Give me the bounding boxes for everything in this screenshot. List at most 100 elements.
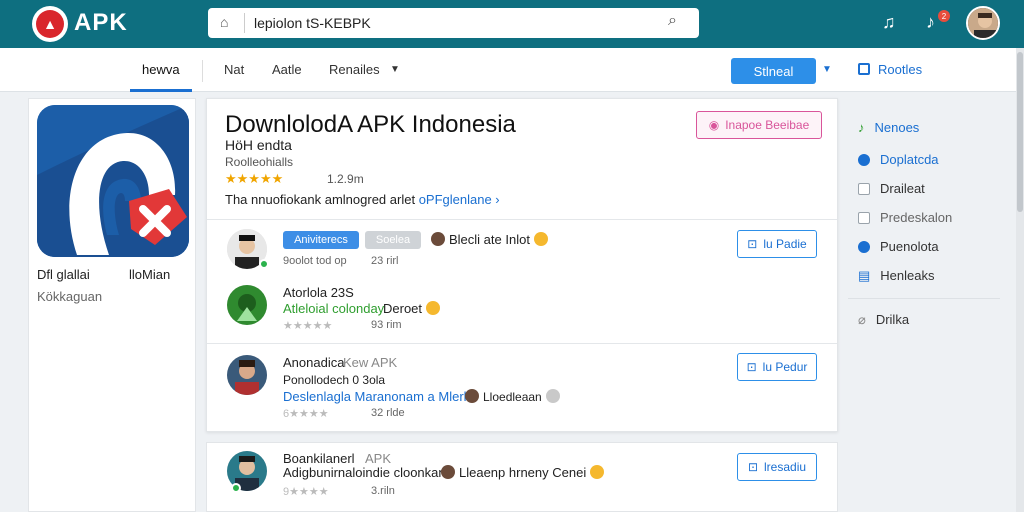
results-link[interactable]: Rootles [858, 62, 922, 77]
clipboard-icon: ▤ [858, 268, 871, 283]
search-divider [244, 13, 245, 33]
link-icon: ⌀ [858, 312, 866, 327]
chevron-down-icon[interactable]: ▼ [822, 64, 832, 75]
top-action-label: Inapoe Beeibae [725, 118, 810, 132]
online-indicator [259, 259, 269, 269]
row-line-extra-text: Deroet [383, 301, 423, 316]
row-line-extra-text: Lloedleaan [483, 390, 542, 404]
row-line: Atleloial colonday [283, 301, 385, 316]
checkbox[interactable] [858, 212, 870, 224]
search-input[interactable] [254, 13, 654, 33]
active-tab-indicator [130, 89, 192, 92]
app-summary-card: Dfl glallai lloMian Kökkaguan [28, 98, 196, 512]
chevron-down-icon[interactable]: ▼ [390, 64, 400, 75]
top-bar: ▲ APK ⌂ ⌕ ♫ ♪ 2 [0, 0, 1024, 48]
search-box[interactable]: ⌂ ⌕ [208, 8, 699, 38]
download-button[interactable]: ⊡ lu Padie [737, 230, 817, 258]
row-line-extra-text: Lleaenp hrneny Cenei [459, 465, 587, 480]
neutral-face-icon [545, 389, 560, 403]
home-icon[interactable]: ⌂ [220, 14, 228, 30]
row-line-extra: Lloedleaan [461, 389, 560, 404]
filter-item[interactable]: ▤ Henleaks [858, 268, 935, 284]
section-divider [207, 219, 837, 220]
description-text: Tha nnuofiokank amlnogred arlet [225, 192, 416, 207]
checkbox-checked[interactable] [858, 154, 870, 166]
user-avatar[interactable] [966, 6, 1000, 40]
row-author-name: Blecli ate Inlot [449, 232, 530, 247]
notification-icon[interactable]: ♪ [926, 12, 935, 33]
avatar[interactable] [227, 285, 267, 325]
download-icon: ⊡ [747, 237, 758, 251]
row-author: Blecli ate Inlot [427, 232, 548, 247]
checkbox[interactable] [858, 183, 870, 195]
app-location: Kökkaguan [37, 289, 103, 304]
description-link[interactable]: oPFglenlane › [419, 192, 500, 207]
tab-new[interactable]: Nat [224, 62, 244, 77]
mini-avatar-icon [465, 389, 479, 403]
filter-item[interactable]: Predeskalon [858, 210, 952, 225]
app-subtitle: HöH endta [225, 137, 292, 153]
tag-chip-secondary[interactable]: Soelea [365, 231, 421, 249]
download-button[interactable]: ⊡ lresadiu [737, 453, 817, 481]
tab-home[interactable]: hewva [142, 62, 180, 77]
tab-releases[interactable]: Renailes [329, 62, 380, 77]
nav-divider [202, 60, 203, 82]
primary-action-button[interactable]: Stlneal [731, 58, 816, 84]
avatar[interactable] [227, 355, 267, 395]
top-action-button[interactable]: ◉ Inapoe Beeibae [696, 111, 822, 139]
app-logo[interactable]: ▲ [32, 6, 68, 42]
app-icon[interactable] [37, 105, 189, 257]
row-line: Ponollodech 0 3ola [283, 373, 386, 387]
filter-item-label: Doplatcda [880, 152, 939, 167]
panel-divider [848, 298, 1000, 299]
filter-link[interactable]: ⌀ Drilka [858, 312, 909, 328]
download-label: lresadiu [764, 460, 807, 474]
filter-header-label: Nenoes [874, 120, 920, 135]
filter-panel: ♪ Nenoes Doplatcda Draileat Predeskalon P… [848, 98, 1000, 512]
row-stars: ★★★★★ [283, 320, 333, 332]
download-icon: ⊡ [747, 460, 759, 474]
app-list-card: Boankilanerl APK Adigbunirnaloindie cloo… [206, 442, 838, 512]
download-label: lu Padie [763, 237, 807, 251]
app-meta: Roolleohialls [225, 155, 294, 169]
row-title-extra: Kew APK [343, 355, 398, 370]
row-size: 93 rim [371, 319, 402, 331]
filter-item-label: Henleaks [880, 268, 935, 283]
app-developer: Dfl glallai [37, 267, 90, 282]
logo-arrow-icon: ▲ [36, 10, 64, 38]
section-divider [207, 343, 837, 344]
row-size: 3.riln [371, 485, 395, 497]
download-icon: ⊡ [746, 360, 757, 374]
row-size: 23 rirl [371, 255, 399, 267]
square-icon [858, 63, 870, 75]
search-icon[interactable]: ⌕ [668, 12, 677, 30]
rating-stars: ★★★★★ [225, 171, 284, 186]
scrollbar-thumb[interactable] [1017, 52, 1023, 212]
tab-apps[interactable]: Aatle [272, 62, 302, 77]
row-title: Anonadica [283, 355, 345, 370]
tag-chip-primary[interactable]: Aniviterecs [283, 231, 359, 249]
filter-item[interactable]: Draileat [858, 181, 925, 196]
filter-item-label: Draileat [880, 181, 925, 196]
filter-item[interactable]: Puenolota [858, 239, 939, 254]
row-title-extra: APK [365, 451, 392, 466]
row-size: 32 rlde [371, 407, 405, 419]
headphones-icon[interactable]: ♫ [882, 12, 896, 33]
download-button[interactable]: ⊡ lu Pedur [737, 353, 817, 381]
app-details-card: DownlolodA APK Indonesia HöH endta Rooll… [206, 98, 838, 432]
download-label: lu Pedur [762, 360, 808, 374]
row-line-extra: Deroet [383, 301, 441, 316]
filter-header[interactable]: ♪ Nenoes [858, 120, 919, 135]
row-title: Atorlola 23S [283, 285, 354, 300]
checkbox-checked[interactable] [858, 241, 870, 253]
page-title: DownlolodA APK Indonesia [225, 111, 516, 138]
row-stars: 6★★★★ [283, 408, 329, 420]
brand-name: APK [74, 9, 128, 36]
app-description: Tha nnuofiokank amlnogred arlet oPFglenl… [225, 192, 500, 207]
row-line-extra: Lleaenp hrneny Cenei [437, 465, 605, 480]
filter-item[interactable]: Doplatcda [858, 152, 939, 167]
filter-item-label: Puenolota [880, 239, 939, 254]
mini-avatar-icon [431, 232, 445, 246]
row-link[interactable]: Deslenlagla Maranonam a Mlerl [283, 389, 467, 404]
online-indicator [231, 483, 241, 493]
